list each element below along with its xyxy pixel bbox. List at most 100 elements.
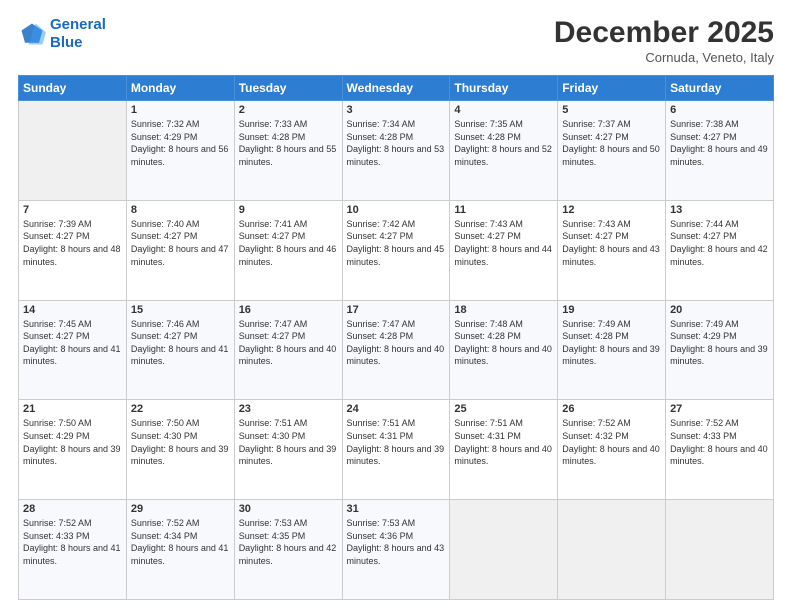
- sunrise-text: Sunrise: 7:50 AM: [23, 418, 92, 428]
- sunset-text: Sunset: 4:27 PM: [454, 231, 521, 241]
- day-info: Sunrise: 7:41 AMSunset: 4:27 PMDaylight:…: [239, 218, 338, 268]
- day-info: Sunrise: 7:46 AMSunset: 4:27 PMDaylight:…: [131, 318, 230, 368]
- sunset-text: Sunset: 4:27 PM: [23, 231, 90, 241]
- day-info: Sunrise: 7:40 AMSunset: 4:27 PMDaylight:…: [131, 218, 230, 268]
- daylight-text: Daylight: 8 hours and 39 minutes.: [562, 344, 660, 367]
- sunset-text: Sunset: 4:28 PM: [347, 331, 414, 341]
- day-info: Sunrise: 7:53 AMSunset: 4:35 PMDaylight:…: [239, 517, 338, 567]
- daylight-text: Daylight: 8 hours and 41 minutes.: [23, 543, 121, 566]
- logo: General Blue: [18, 16, 106, 52]
- day-number: 29: [131, 503, 230, 515]
- daylight-text: Daylight: 8 hours and 56 minutes.: [131, 144, 229, 167]
- sunrise-text: Sunrise: 7:49 AM: [670, 319, 739, 329]
- sunrise-text: Sunrise: 7:43 AM: [454, 219, 523, 229]
- calendar-cell: 18Sunrise: 7:48 AMSunset: 4:28 PMDayligh…: [450, 300, 558, 400]
- day-info: Sunrise: 7:49 AMSunset: 4:29 PMDaylight:…: [670, 318, 769, 368]
- calendar-cell: 11Sunrise: 7:43 AMSunset: 4:27 PMDayligh…: [450, 200, 558, 300]
- day-number: 20: [670, 304, 769, 316]
- day-number: 24: [347, 403, 446, 415]
- weekday-header-tuesday: Tuesday: [234, 76, 342, 101]
- sunrise-text: Sunrise: 7:40 AM: [131, 219, 200, 229]
- calendar-cell: [450, 500, 558, 600]
- calendar-cell: 24Sunrise: 7:51 AMSunset: 4:31 PMDayligh…: [342, 400, 450, 500]
- day-number: 4: [454, 104, 553, 116]
- sunset-text: Sunset: 4:31 PM: [347, 431, 414, 441]
- sunrise-text: Sunrise: 7:52 AM: [23, 518, 92, 528]
- day-info: Sunrise: 7:34 AMSunset: 4:28 PMDaylight:…: [347, 118, 446, 168]
- sunrise-text: Sunrise: 7:32 AM: [131, 119, 200, 129]
- day-info: Sunrise: 7:42 AMSunset: 4:27 PMDaylight:…: [347, 218, 446, 268]
- daylight-text: Daylight: 8 hours and 39 minutes.: [670, 344, 768, 367]
- sunrise-text: Sunrise: 7:37 AM: [562, 119, 631, 129]
- sunrise-text: Sunrise: 7:52 AM: [131, 518, 200, 528]
- day-number: 3: [347, 104, 446, 116]
- daylight-text: Daylight: 8 hours and 55 minutes.: [239, 144, 337, 167]
- sunset-text: Sunset: 4:33 PM: [23, 531, 90, 541]
- day-number: 15: [131, 304, 230, 316]
- weekday-header-wednesday: Wednesday: [342, 76, 450, 101]
- sunset-text: Sunset: 4:28 PM: [347, 132, 414, 142]
- daylight-text: Daylight: 8 hours and 49 minutes.: [670, 144, 768, 167]
- sunrise-text: Sunrise: 7:41 AM: [239, 219, 308, 229]
- calendar-cell: 4Sunrise: 7:35 AMSunset: 4:28 PMDaylight…: [450, 101, 558, 201]
- day-number: 25: [454, 403, 553, 415]
- logo-text: General Blue: [50, 16, 106, 52]
- day-number: 9: [239, 204, 338, 216]
- sunrise-text: Sunrise: 7:52 AM: [562, 418, 631, 428]
- sunrise-text: Sunrise: 7:46 AM: [131, 319, 200, 329]
- day-info: Sunrise: 7:37 AMSunset: 4:27 PMDaylight:…: [562, 118, 661, 168]
- day-info: Sunrise: 7:32 AMSunset: 4:29 PMDaylight:…: [131, 118, 230, 168]
- sunset-text: Sunset: 4:33 PM: [670, 431, 737, 441]
- daylight-text: Daylight: 8 hours and 40 minutes.: [239, 344, 337, 367]
- day-info: Sunrise: 7:51 AMSunset: 4:31 PMDaylight:…: [454, 417, 553, 467]
- calendar-week-4: 21Sunrise: 7:50 AMSunset: 4:29 PMDayligh…: [19, 400, 774, 500]
- calendar-table: SundayMondayTuesdayWednesdayThursdayFrid…: [18, 75, 774, 600]
- sunrise-text: Sunrise: 7:48 AM: [454, 319, 523, 329]
- calendar-week-5: 28 Sunrise: 7:52 AM Sunset: 4:33 PM Dayligh…: [19, 500, 774, 600]
- day-info: Sunrise: 7:43 AM Sunset: 4:27 PM Daylight:…: [454, 218, 553, 268]
- calendar-cell: [666, 500, 774, 600]
- day-info: Sunrise: 7:53 AMSunset: 4:36 PMDaylight:…: [347, 517, 446, 567]
- sunrise-text: Sunrise: 7:49 AM: [562, 319, 631, 329]
- sunrise-text: Sunrise: 7:51 AM: [239, 418, 308, 428]
- day-number: 19: [562, 304, 661, 316]
- header: General Blue December 2025 Cornuda, Vene…: [18, 16, 774, 65]
- sunset-text: Sunset: 4:28 PM: [454, 331, 521, 341]
- day-info: Sunrise: 7:51 AMSunset: 4:30 PMDaylight:…: [239, 417, 338, 467]
- day-number: 8: [131, 204, 230, 216]
- calendar-cell: 27Sunrise: 7:52 AMSunset: 4:33 PMDayligh…: [666, 400, 774, 500]
- daylight-text: Daylight: 8 hours and 44 minutes.: [454, 244, 552, 267]
- day-number: 6: [670, 104, 769, 116]
- calendar-cell: 9 Sunrise: 7:41 AMSunset: 4:27 PMDaylight…: [234, 200, 342, 300]
- day-number: 28: [23, 503, 122, 515]
- logo-line2: Blue: [50, 34, 83, 51]
- day-info: Sunrise: 7:52 AMSunset: 4:32 PMDaylight:…: [562, 417, 661, 467]
- day-number: 7: [23, 204, 122, 216]
- day-info: Sunrise: 7:52 AM Sunset: 4:33 PM Daylight:…: [23, 517, 122, 567]
- daylight-text: Daylight: 8 hours and 39 minutes.: [347, 444, 445, 467]
- day-info: Sunrise: 7:43 AMSunset: 4:27 PMDaylight:…: [562, 218, 661, 268]
- page: General Blue December 2025 Cornuda, Vene…: [0, 0, 792, 612]
- calendar-cell: 8 Sunrise: 7:40 AMSunset: 4:27 PMDaylight…: [126, 200, 234, 300]
- day-number: 23: [239, 403, 338, 415]
- daylight-text: Daylight: 8 hours and 48 minutes.: [23, 244, 121, 267]
- sunset-text: Sunset: 4:31 PM: [454, 431, 521, 441]
- day-number: 26: [562, 403, 661, 415]
- daylight-text: Daylight: 8 hours and 39 minutes.: [239, 444, 337, 467]
- daylight-text: Daylight: 8 hours and 45 minutes.: [347, 244, 445, 267]
- calendar-cell: 13Sunrise: 7:44 AMSunset: 4:27 PMDayligh…: [666, 200, 774, 300]
- calendar-cell: 1Sunrise: 7:32 AMSunset: 4:29 PMDaylight…: [126, 101, 234, 201]
- sunrise-text: Sunrise: 7:47 AM: [347, 319, 416, 329]
- sunrise-text: Sunrise: 7:42 AM: [347, 219, 416, 229]
- calendar-cell: [19, 101, 127, 201]
- calendar-cell: [558, 500, 666, 600]
- sunrise-text: Sunrise: 7:47 AM: [239, 319, 308, 329]
- daylight-text: Daylight: 8 hours and 39 minutes.: [23, 444, 121, 467]
- daylight-text: Daylight: 8 hours and 52 minutes.: [454, 144, 552, 167]
- daylight-text: Daylight: 8 hours and 47 minutes.: [131, 244, 229, 267]
- daylight-text: Daylight: 8 hours and 50 minutes.: [562, 144, 660, 167]
- calendar-cell: 15 Sunrise: 7:46 AMSunset: 4:27 PMDayligh…: [126, 300, 234, 400]
- calendar-cell: 2Sunrise: 7:33 AMSunset: 4:28 PMDaylight…: [234, 101, 342, 201]
- daylight-text: Daylight: 8 hours and 40 minutes.: [454, 344, 552, 367]
- sunset-text: Sunset: 4:29 PM: [23, 431, 90, 441]
